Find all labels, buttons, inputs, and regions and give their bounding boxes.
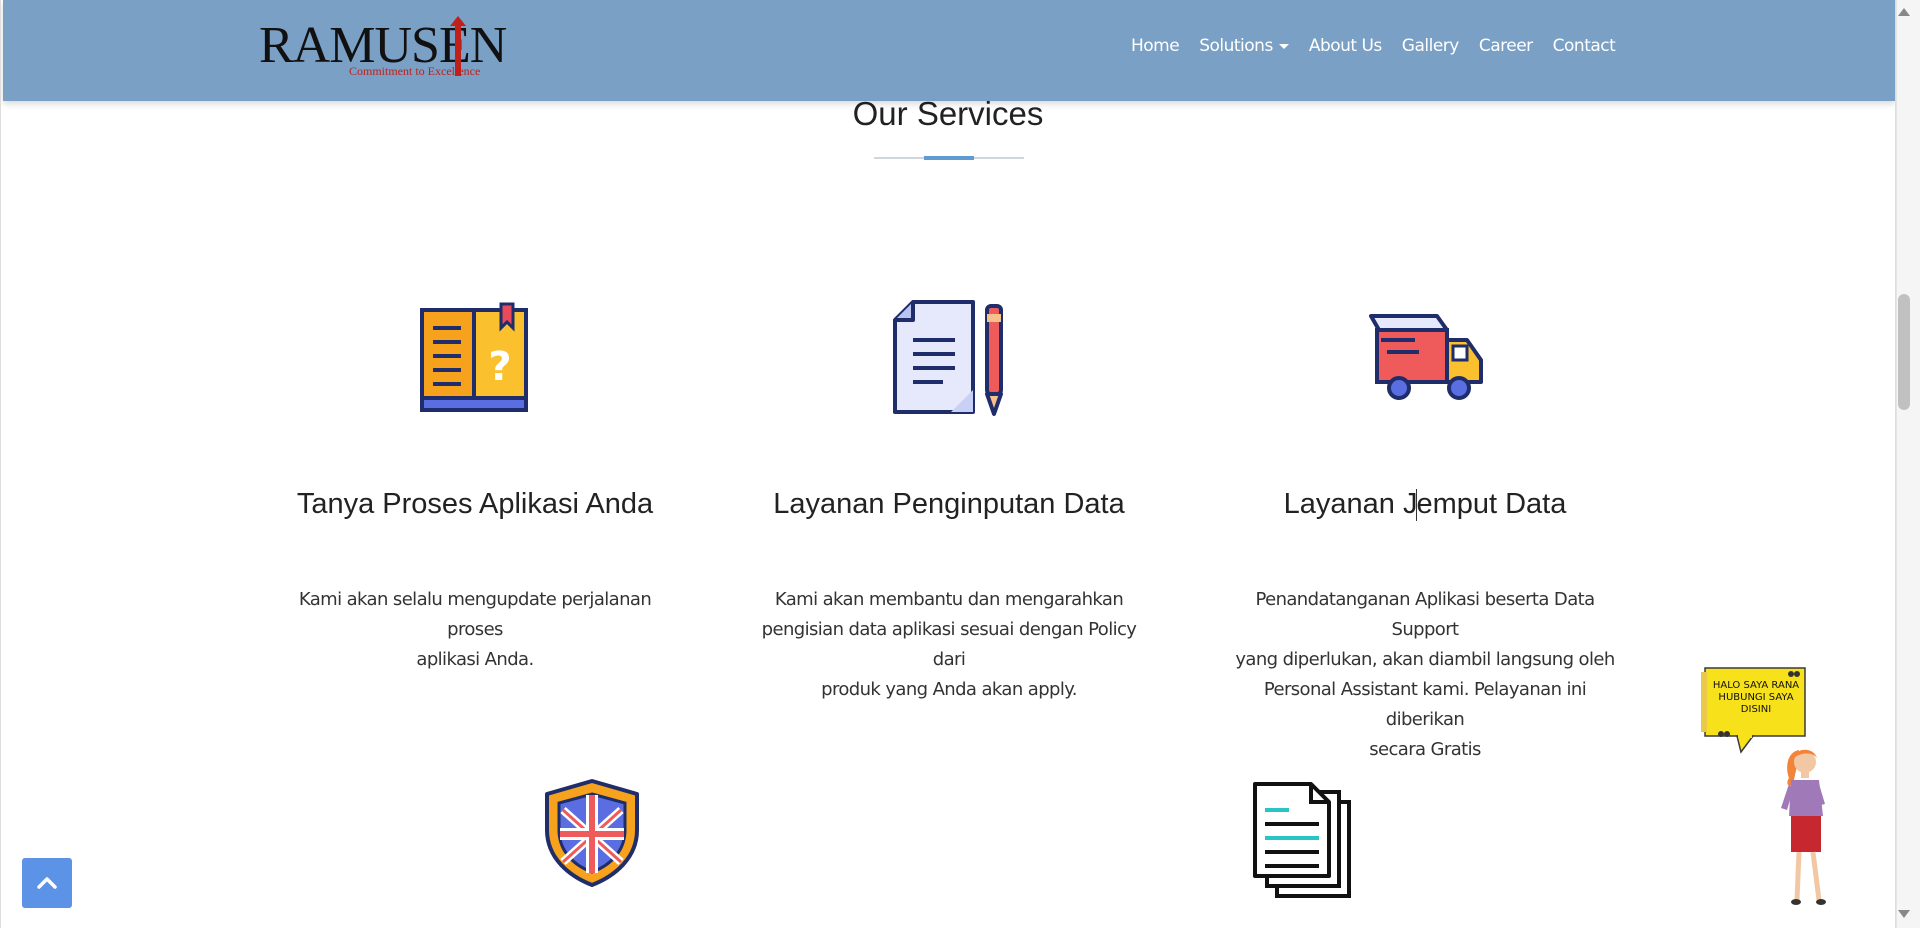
scroll-up-arrow-icon[interactable] <box>1898 8 1910 16</box>
desc-line: secara Gratis <box>1369 739 1481 760</box>
card-title-jemput-data-part2: emput Data <box>1416 488 1567 520</box>
logo-tagline: Commitment to Excellence <box>349 64 481 78</box>
navbar: RAMUSEN Commitment to Excellence Home So… <box>3 0 1895 101</box>
shield-flag-icon <box>545 779 639 887</box>
logo[interactable]: RAMUSEN Commitment to Excellence <box>259 16 509 82</box>
chat-line: HALO SAYA RANA <box>1712 680 1800 691</box>
open-book-question-icon: ? <box>420 302 528 412</box>
scroll-down-arrow-icon[interactable] <box>1898 910 1910 918</box>
nav-career[interactable]: Career <box>1479 36 1533 56</box>
nav-gallery[interactable]: Gallery <box>1402 36 1460 56</box>
desc-line: Kami akan selalu mengupdate perjalanan p… <box>298 589 652 640</box>
main-nav: Home Solutions About Us Gallery Career C… <box>1131 36 1616 56</box>
card-desc-tanya-proses: Kami akan selalu mengupdate perjalanan p… <box>275 585 675 675</box>
delivery-truck-icon <box>1369 314 1483 400</box>
nav-solutions[interactable]: Solutions <box>1199 36 1289 56</box>
desc-line: pengisian data aplikasi sesuai dengan Po… <box>761 619 1137 670</box>
chevron-up-icon <box>37 877 57 889</box>
card-title-penginputan-data: Layanan Penginputan Data <box>773 488 1125 520</box>
chevron-down-icon <box>1278 43 1289 49</box>
nav-solutions-label: Solutions <box>1199 36 1273 56</box>
card-title-jemput-data: Layanan Jemput Data <box>1205 488 1645 522</box>
svg-text:?: ? <box>488 344 511 390</box>
desc-line: Personal Assistant kami. Pelayanan ini d… <box>1263 679 1587 730</box>
card-title-jemput-data-part1: Layanan J <box>1283 488 1418 520</box>
vertical-scrollbar[interactable] <box>1896 0 1920 928</box>
scrollbar-thumb[interactable] <box>1898 294 1910 410</box>
desc-line: yang diperlukan, akan diambil langsung o… <box>1235 649 1615 670</box>
chat-line: HUBUNGI SAYA <box>1718 692 1794 703</box>
card-title-tanya-proses: Tanya Proses Aplikasi Anda <box>296 488 654 520</box>
page: RAMUSEN Commitment to Excellence Home So… <box>0 0 1896 928</box>
title-divider-accent <box>924 156 974 160</box>
assistant-avatar[interactable] <box>1777 744 1837 908</box>
documents-stack-icon <box>1253 782 1351 898</box>
desc-line: Kami akan membantu dan mengarahkan <box>774 589 1124 610</box>
desc-line: produk yang Anda akan apply. <box>821 679 1077 700</box>
nav-contact[interactable]: Contact <box>1553 36 1616 56</box>
chat-line: DISINI <box>1740 704 1772 715</box>
back-to-top-button[interactable] <box>22 858 72 908</box>
nav-about-us[interactable]: About Us <box>1309 36 1382 56</box>
document-pencil-icon <box>893 300 1003 416</box>
chat-bubble-text: HALO SAYA RANA HUBUNGI SAYA DISINI <box>1709 680 1803 716</box>
desc-line: Penandatanganan Aplikasi beserta Data Su… <box>1255 589 1595 640</box>
nav-home[interactable]: Home <box>1131 36 1180 56</box>
card-desc-penginputan-data: Kami akan membantu dan mengarahkan pengi… <box>749 585 1149 705</box>
desc-line: aplikasi Anda. <box>416 649 534 670</box>
card-desc-jemput-data: Penandatanganan Aplikasi beserta Data Su… <box>1225 585 1625 765</box>
